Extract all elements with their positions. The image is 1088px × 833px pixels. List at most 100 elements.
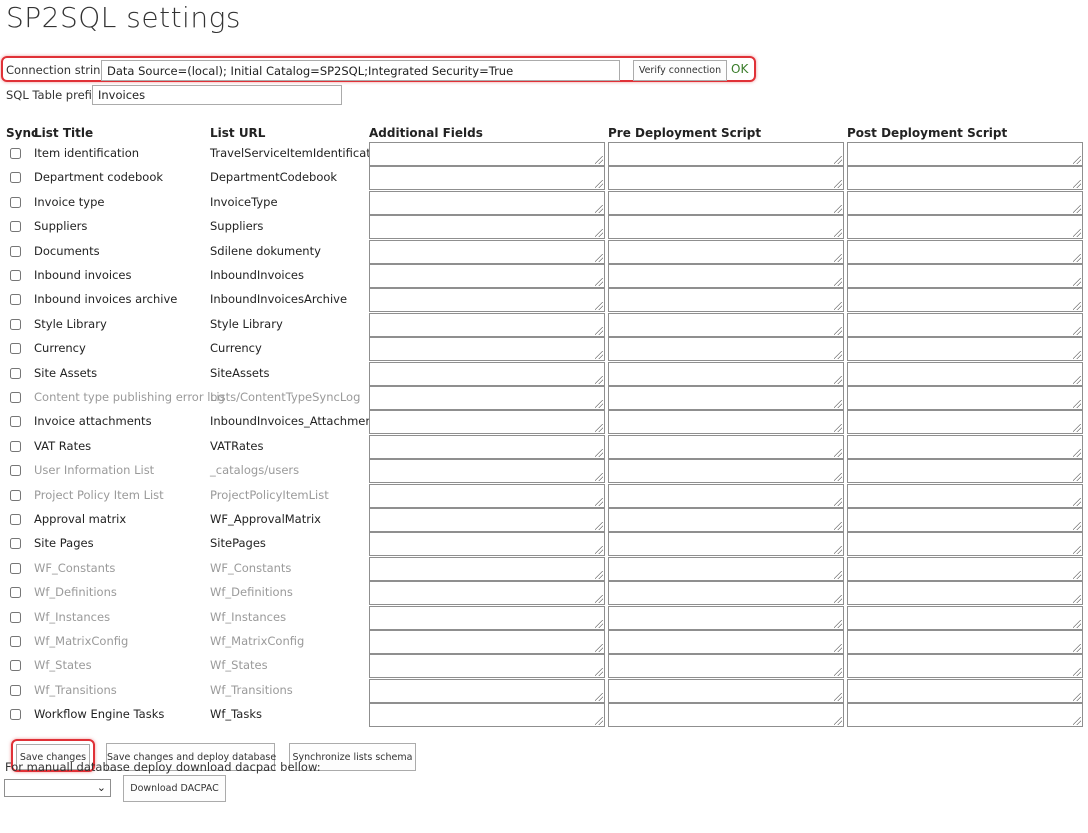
post-deployment-script-textarea[interactable] [847,337,1083,361]
additional-fields-textarea[interactable] [369,508,605,532]
resize-grip-icon[interactable] [1073,693,1081,701]
pre-deployment-script-textarea[interactable] [608,386,844,410]
resize-grip-icon[interactable] [1073,595,1081,603]
post-deployment-script-textarea[interactable] [847,215,1083,239]
resize-grip-icon[interactable] [1073,571,1081,579]
post-deployment-script-textarea[interactable] [847,581,1083,605]
resize-grip-icon[interactable] [1073,424,1081,432]
resize-grip-icon[interactable] [834,424,842,432]
resize-grip-icon[interactable] [1073,717,1081,725]
resize-grip-icon[interactable] [1073,376,1081,384]
pre-deployment-script-textarea[interactable] [608,313,844,337]
resize-grip-icon[interactable] [1073,668,1081,676]
resize-grip-icon[interactable] [1073,156,1081,164]
resize-grip-icon[interactable] [834,620,842,628]
verify-connection-button[interactable]: Verify connection [633,60,727,81]
additional-fields-textarea[interactable] [369,679,605,703]
post-deployment-script-textarea[interactable] [847,386,1083,410]
resize-grip-icon[interactable] [1073,449,1081,457]
additional-fields-textarea[interactable] [369,459,605,483]
sync-checkbox[interactable] [10,368,21,379]
post-deployment-script-textarea[interactable] [847,166,1083,190]
resize-grip-icon[interactable] [834,278,842,286]
resize-grip-icon[interactable] [834,668,842,676]
pre-deployment-script-textarea[interactable] [608,679,844,703]
additional-fields-textarea[interactable] [369,166,605,190]
resize-grip-icon[interactable] [1073,205,1081,213]
post-deployment-script-textarea[interactable] [847,679,1083,703]
additional-fields-textarea[interactable] [369,386,605,410]
resize-grip-icon[interactable] [1073,302,1081,310]
sync-checkbox[interactable] [10,563,21,574]
resize-grip-icon[interactable] [834,327,842,335]
sync-checkbox[interactable] [10,465,21,476]
sync-checkbox[interactable] [10,612,21,623]
resize-grip-icon[interactable] [595,522,603,530]
post-deployment-script-textarea[interactable] [847,264,1083,288]
post-deployment-script-textarea[interactable] [847,435,1083,459]
post-deployment-script-textarea[interactable] [847,240,1083,264]
sync-checkbox[interactable] [10,636,21,647]
resize-grip-icon[interactable] [595,693,603,701]
resize-grip-icon[interactable] [1073,180,1081,188]
additional-fields-textarea[interactable] [369,484,605,508]
pre-deployment-script-textarea[interactable] [608,142,844,166]
resize-grip-icon[interactable] [834,449,842,457]
pre-deployment-script-textarea[interactable] [608,703,844,727]
resize-grip-icon[interactable] [595,351,603,359]
pre-deployment-script-textarea[interactable] [608,362,844,386]
dacpac-select[interactable]: ⌄ [4,779,111,797]
sync-checkbox[interactable] [10,538,21,549]
resize-grip-icon[interactable] [595,473,603,481]
pre-deployment-script-textarea[interactable] [608,557,844,581]
additional-fields-textarea[interactable] [369,142,605,166]
resize-grip-icon[interactable] [834,693,842,701]
resize-grip-icon[interactable] [595,498,603,506]
post-deployment-script-textarea[interactable] [847,484,1083,508]
pre-deployment-script-textarea[interactable] [608,459,844,483]
resize-grip-icon[interactable] [834,156,842,164]
resize-grip-icon[interactable] [834,205,842,213]
resize-grip-icon[interactable] [595,449,603,457]
sync-checkbox[interactable] [10,416,21,427]
resize-grip-icon[interactable] [1073,644,1081,652]
resize-grip-icon[interactable] [595,400,603,408]
resize-grip-icon[interactable] [595,180,603,188]
resize-grip-icon[interactable] [595,546,603,554]
pre-deployment-script-textarea[interactable] [608,532,844,556]
pre-deployment-script-textarea[interactable] [608,435,844,459]
additional-fields-textarea[interactable] [369,557,605,581]
pre-deployment-script-textarea[interactable] [608,508,844,532]
sync-checkbox[interactable] [10,319,21,330]
additional-fields-textarea[interactable] [369,337,605,361]
resize-grip-icon[interactable] [834,376,842,384]
resize-grip-icon[interactable] [1073,351,1081,359]
post-deployment-script-textarea[interactable] [847,410,1083,434]
sync-checkbox[interactable] [10,514,21,525]
post-deployment-script-textarea[interactable] [847,630,1083,654]
resize-grip-icon[interactable] [834,644,842,652]
pre-deployment-script-textarea[interactable] [608,215,844,239]
additional-fields-textarea[interactable] [369,581,605,605]
pre-deployment-script-textarea[interactable] [608,166,844,190]
post-deployment-script-textarea[interactable] [847,654,1083,678]
post-deployment-script-textarea[interactable] [847,459,1083,483]
resize-grip-icon[interactable] [595,595,603,603]
sync-checkbox[interactable] [10,660,21,671]
post-deployment-script-textarea[interactable] [847,313,1083,337]
resize-grip-icon[interactable] [1073,473,1081,481]
post-deployment-script-textarea[interactable] [847,703,1083,727]
resize-grip-icon[interactable] [834,351,842,359]
additional-fields-textarea[interactable] [369,191,605,215]
resize-grip-icon[interactable] [595,327,603,335]
connection-string-input[interactable] [101,60,620,81]
resize-grip-icon[interactable] [1073,254,1081,262]
resize-grip-icon[interactable] [595,229,603,237]
post-deployment-script-textarea[interactable] [847,288,1083,312]
resize-grip-icon[interactable] [1073,546,1081,554]
resize-grip-icon[interactable] [1073,522,1081,530]
post-deployment-script-textarea[interactable] [847,142,1083,166]
resize-grip-icon[interactable] [595,717,603,725]
additional-fields-textarea[interactable] [369,313,605,337]
resize-grip-icon[interactable] [834,717,842,725]
